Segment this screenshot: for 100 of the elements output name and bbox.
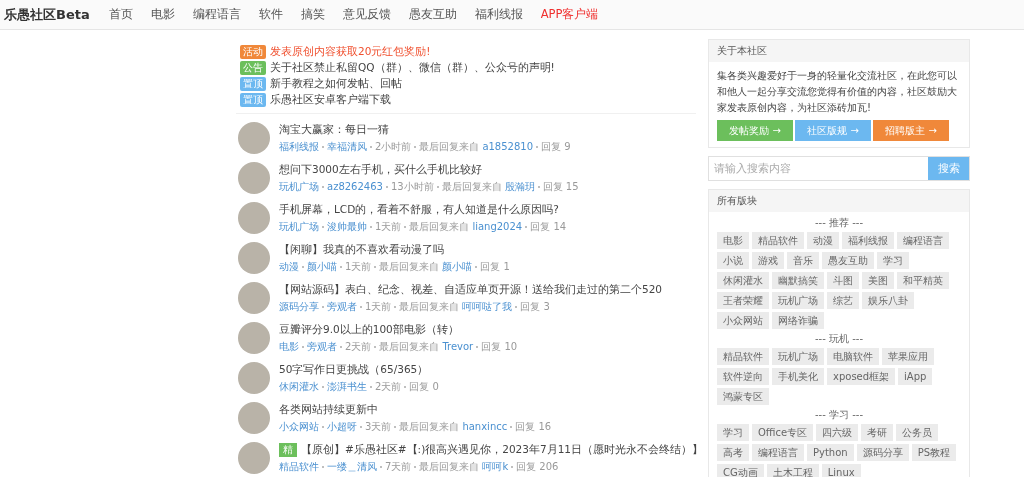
board-tag[interactable]: 游戏 [752,252,784,269]
board-tag[interactable]: 编程语言 [752,444,804,461]
avatar[interactable] [238,282,270,314]
avatar[interactable] [238,442,270,474]
post-title[interactable]: 想问下3000左右手机，买什么手机比较好 [279,162,482,177]
board-tag[interactable]: PS教程 [911,444,957,461]
category-link[interactable]: 小众网站 [279,419,319,434]
board-tag[interactable]: 学习 [717,424,749,441]
avatar[interactable] [238,362,270,394]
category-link[interactable]: 精品软件 [279,459,319,474]
board-tag[interactable]: 美图 [862,272,894,289]
board-tag[interactable]: CG动画 [717,464,764,477]
board-tag[interactable]: 休闲灌水 [717,272,769,289]
board-tag[interactable]: 学习 [877,252,909,269]
board-tag[interactable]: Linux [821,464,861,477]
board-tag[interactable]: 鸿蒙专区 [717,388,769,405]
avatar[interactable] [238,162,270,194]
board-tag[interactable]: 福利线报 [842,232,894,249]
author-link[interactable]: 澎湃书生 [327,379,367,394]
notice-link[interactable]: 发表原创内容获取20元红包奖励! [270,45,431,59]
category-link[interactable]: 休闲灌水 [279,379,319,394]
board-tag[interactable]: 精品软件 [752,232,804,249]
post-title[interactable]: 【网站源码】表白、纪念、视差、自适应单页开源！送给我们走过的第二个520 [279,282,663,297]
board-tag[interactable]: 王者荣耀 [717,292,769,309]
user-link[interactable]: 呵呵哒了我 [462,299,513,314]
board-tag[interactable]: 斗图 [827,272,859,289]
board-tag[interactable]: 玩机广场 [772,292,824,309]
user-link[interactable]: 呵呵k [482,459,509,474]
avatar[interactable] [238,242,270,274]
category-link[interactable]: 玩机广场 [279,179,319,194]
post-title[interactable]: 50字写作日更挑战（65/365） [279,362,429,377]
board-tag[interactable]: 和平精英 [897,272,949,289]
board-tag[interactable]: 玩机广场 [772,348,824,365]
board-tag[interactable]: Python [807,444,854,461]
board-tag[interactable]: 高考 [717,444,749,461]
category-link[interactable]: 电影 [279,339,299,354]
post-title[interactable]: 【原创】#乐愚社区#【:)很高兴遇见你，2023年7月11日（愿时光永不会终结）】 [301,442,703,457]
avatar[interactable] [238,122,270,154]
board-tag[interactable]: 娱乐八卦 [862,292,914,309]
board-tag[interactable]: Office专区 [752,424,814,441]
author-link[interactable]: 幸福清风 [327,139,367,154]
post-title[interactable]: 手机屏幕，LCD的，看着不舒服，有人知道是什么原因吗? [279,202,559,217]
board-tag[interactable]: 考研 [861,424,894,441]
avatar[interactable] [238,202,270,234]
nav-link[interactable]: 电影 [141,7,184,22]
post-title[interactable]: 豆瓣评分9.0以上的100部电影（转） [279,322,459,337]
user-link[interactable]: Trevor [442,341,474,352]
board-tag[interactable]: 四六级 [816,424,859,441]
board-tag[interactable]: 综艺 [827,292,859,309]
category-link[interactable]: 玩机广场 [279,219,319,234]
board-tag[interactable]: 软件逆向 [717,368,769,385]
notice-link[interactable]: 新手教程之如何发帖、回帖 [270,77,402,91]
board-tag[interactable]: iApp [898,368,933,385]
board-tag[interactable]: 精品软件 [717,348,769,365]
board-tag[interactable]: xposed框架 [827,368,896,385]
board-tag[interactable]: 土木工程 [766,464,819,477]
author-link[interactable]: az8262463 [327,181,383,192]
category-link[interactable]: 动漫 [279,259,299,274]
avatar[interactable] [238,402,270,434]
board-tag[interactable]: 电脑软件 [827,348,879,365]
board-tag[interactable]: 编程语言 [897,232,949,249]
board-tag[interactable]: 苹果应用 [882,348,934,365]
nav-link[interactable]: 软件 [249,7,292,22]
board-tag[interactable]: 源码分享 [856,444,909,461]
notice-link[interactable]: 关于社区禁止私留QQ（群）、微信（群）、公众号的声明! [270,61,555,75]
board-tag[interactable]: 小说 [717,252,749,269]
notice-link[interactable]: 乐愚社区安卓客户端下载 [270,93,391,107]
nav-link[interactable]: APP客户端 [531,7,608,22]
nav-link[interactable]: 首页 [99,7,142,22]
board-tag[interactable]: 网络诈骗 [772,312,824,329]
user-link[interactable]: 殷瀚玥 [504,179,535,194]
post-title[interactable]: 淘宝大赢家：每日一猜 [279,122,389,137]
nav-link[interactable]: 意见反馈 [333,7,400,22]
avatar[interactable] [238,322,270,354]
post-title[interactable]: 各类网站持续更新中 [279,402,378,417]
author-link[interactable]: 旁观者 [307,339,337,354]
author-link[interactable]: 浚帅最帅 [327,219,367,234]
board-tag[interactable]: 电影 [717,232,749,249]
user-link[interactable]: hanxincc [462,421,508,432]
board-tag[interactable]: 公务员 [896,424,939,441]
site-logo[interactable]: 乐愚社区Beta [4,5,90,24]
category-link[interactable]: 源码分享 [279,299,319,314]
user-link[interactable]: 颜小喵 [442,259,473,274]
board-tag[interactable]: 动漫 [807,232,839,249]
board-tag[interactable]: 幽默搞笑 [772,272,824,289]
author-link[interactable]: 颜小喵 [307,259,337,274]
author-link[interactable]: 一缕＿清风 [327,459,377,474]
user-link[interactable]: a1852810 [482,141,534,152]
category-link[interactable]: 福利线报 [279,139,319,154]
author-link[interactable]: 小超呀 [327,419,357,434]
user-link[interactable]: liang2024 [472,221,523,232]
nav-link[interactable]: 福利线报 [465,7,532,22]
post-title[interactable]: 【闲聊】我真的不喜欢看动漫了吗 [279,242,444,257]
nav-link[interactable]: 搞笑 [291,7,334,22]
board-tag[interactable]: 愚友互助 [822,252,874,269]
board-tag[interactable]: 手机美化 [772,368,824,385]
nav-link[interactable]: 愚友互助 [399,7,466,22]
board-tag[interactable]: 小众网站 [717,312,769,329]
nav-link[interactable]: 编程语言 [183,7,250,22]
board-tag[interactable]: 音乐 [787,252,819,269]
